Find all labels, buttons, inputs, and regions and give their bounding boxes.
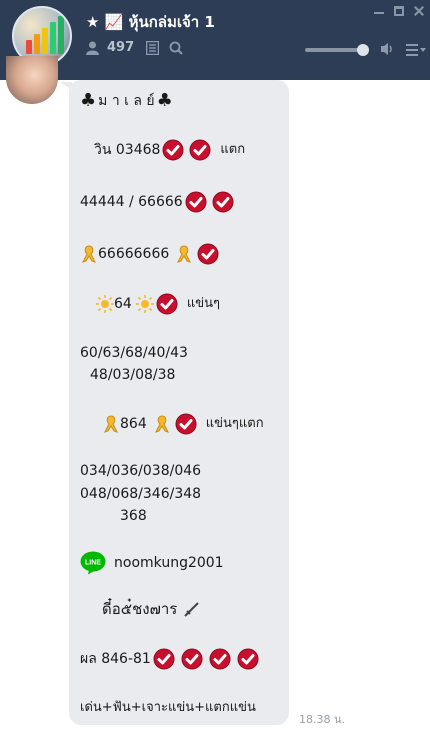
red-check-circle-icon — [189, 139, 211, 161]
message-text: 60/63/68/40/43 — [80, 345, 188, 361]
red-check-circle-icon — [237, 648, 259, 670]
message-text: เด่น+ฟัน+เจาะแข่น+แตกแข่น — [80, 700, 256, 715]
message-timestamp: 18.38 น. — [299, 713, 346, 726]
message-line: วิน 03468 แตก — [94, 139, 245, 161]
chat-meta: 497 — [86, 40, 183, 55]
speaker-icon[interactable] — [380, 42, 396, 56]
volume-slider[interactable] — [305, 44, 369, 56]
message-line: 60/63/68/40/43 — [80, 344, 188, 362]
sender-avatar[interactable] — [6, 56, 58, 104]
member-count[interactable]: 497 — [107, 40, 134, 55]
window-controls — [374, 6, 424, 16]
menu-icon[interactable] — [406, 44, 426, 56]
message-line-result: ผล 846-81 — [80, 648, 260, 670]
message-line: เด่น+ฟัน+เจาะแข่น+แตกแข่น — [80, 699, 256, 717]
message-line: 64 แข่นๆ — [96, 293, 220, 315]
chat-header: ★ 📈 หุ้นกล่มเจ้า 1 497 — [0, 0, 430, 80]
message-text: แข่นๆ — [186, 296, 220, 311]
dagger-icon — [184, 602, 200, 617]
message-text: ผล 846-81 — [80, 651, 151, 667]
line-logo-text: LINE — [85, 560, 101, 567]
message-line: LINE noomkung2001 — [80, 551, 224, 575]
red-check-circle-icon — [175, 413, 197, 435]
club-suit-icon: ♣ — [80, 90, 97, 111]
red-check-circle-icon — [197, 243, 219, 265]
message-text: ม า เ ล ย์ — [98, 93, 155, 109]
search-icon[interactable] — [169, 41, 183, 55]
club-suit-icon: ♣ — [156, 90, 173, 111]
line-app-icon: LINE — [80, 551, 106, 575]
gold-ribbon-icon — [154, 415, 169, 433]
message-line: 864 แข่นๆแตก — [102, 413, 264, 435]
message-text: 48/03/08/38 — [90, 367, 176, 383]
sun-icon — [96, 295, 114, 313]
message-text: 048/068/346/348 — [80, 486, 202, 502]
notes-icon[interactable] — [146, 40, 160, 55]
sun-icon — [135, 295, 154, 313]
message-text: แตก — [220, 142, 246, 157]
message-line: 034/036/038/046 — [80, 462, 201, 480]
message-text: 864 — [120, 416, 147, 432]
volume-knob[interactable] — [357, 44, 369, 56]
red-check-circle-icon — [153, 648, 175, 670]
close-button[interactable] — [414, 6, 424, 16]
message-text: วิน 03468 — [94, 142, 161, 158]
message-text: ดี๋อ๕๋ชง๗าร — [102, 600, 178, 618]
message-line: 44444 / 66666 — [80, 191, 235, 213]
volume-track[interactable] — [305, 48, 365, 52]
red-check-circle-icon — [209, 648, 231, 670]
message-line-heading: ♣ ม า เ ล ย์ ♣ — [80, 92, 173, 110]
message-line: 368 — [120, 507, 147, 525]
message-line: 66666666 — [80, 243, 220, 265]
gold-ribbon-icon — [82, 245, 96, 263]
red-check-circle-icon — [162, 139, 184, 161]
message-bubble[interactable] — [69, 80, 289, 725]
minimize-button[interactable] — [374, 8, 384, 14]
message-text: 64 — [114, 296, 132, 312]
red-check-circle-icon — [181, 648, 203, 670]
message-line: 48/03/08/38 — [90, 366, 175, 384]
line-id-text: noomkung2001 — [114, 555, 224, 571]
message-text: 44444 / 66666 — [80, 194, 183, 210]
message-text: แข่นๆแตก — [205, 416, 264, 431]
message-line: 048/068/346/348 — [80, 485, 201, 503]
members-icon[interactable] — [86, 41, 99, 55]
gold-ribbon-icon — [177, 245, 192, 263]
message-text: 034/036/038/046 — [80, 463, 202, 479]
message-line: ดี๋อ๕๋ชง๗าร — [102, 600, 201, 618]
red-check-circle-icon — [156, 293, 178, 315]
red-check-circle-icon — [212, 191, 234, 213]
gold-ribbon-icon — [104, 415, 118, 433]
message-text: 368 — [120, 508, 147, 524]
message-text: 66666666 — [98, 246, 170, 262]
maximize-button[interactable] — [394, 6, 404, 16]
red-check-circle-icon — [185, 191, 207, 213]
chat-title[interactable]: ★ 📈 หุ้นกล่มเจ้า 1 — [86, 10, 215, 34]
